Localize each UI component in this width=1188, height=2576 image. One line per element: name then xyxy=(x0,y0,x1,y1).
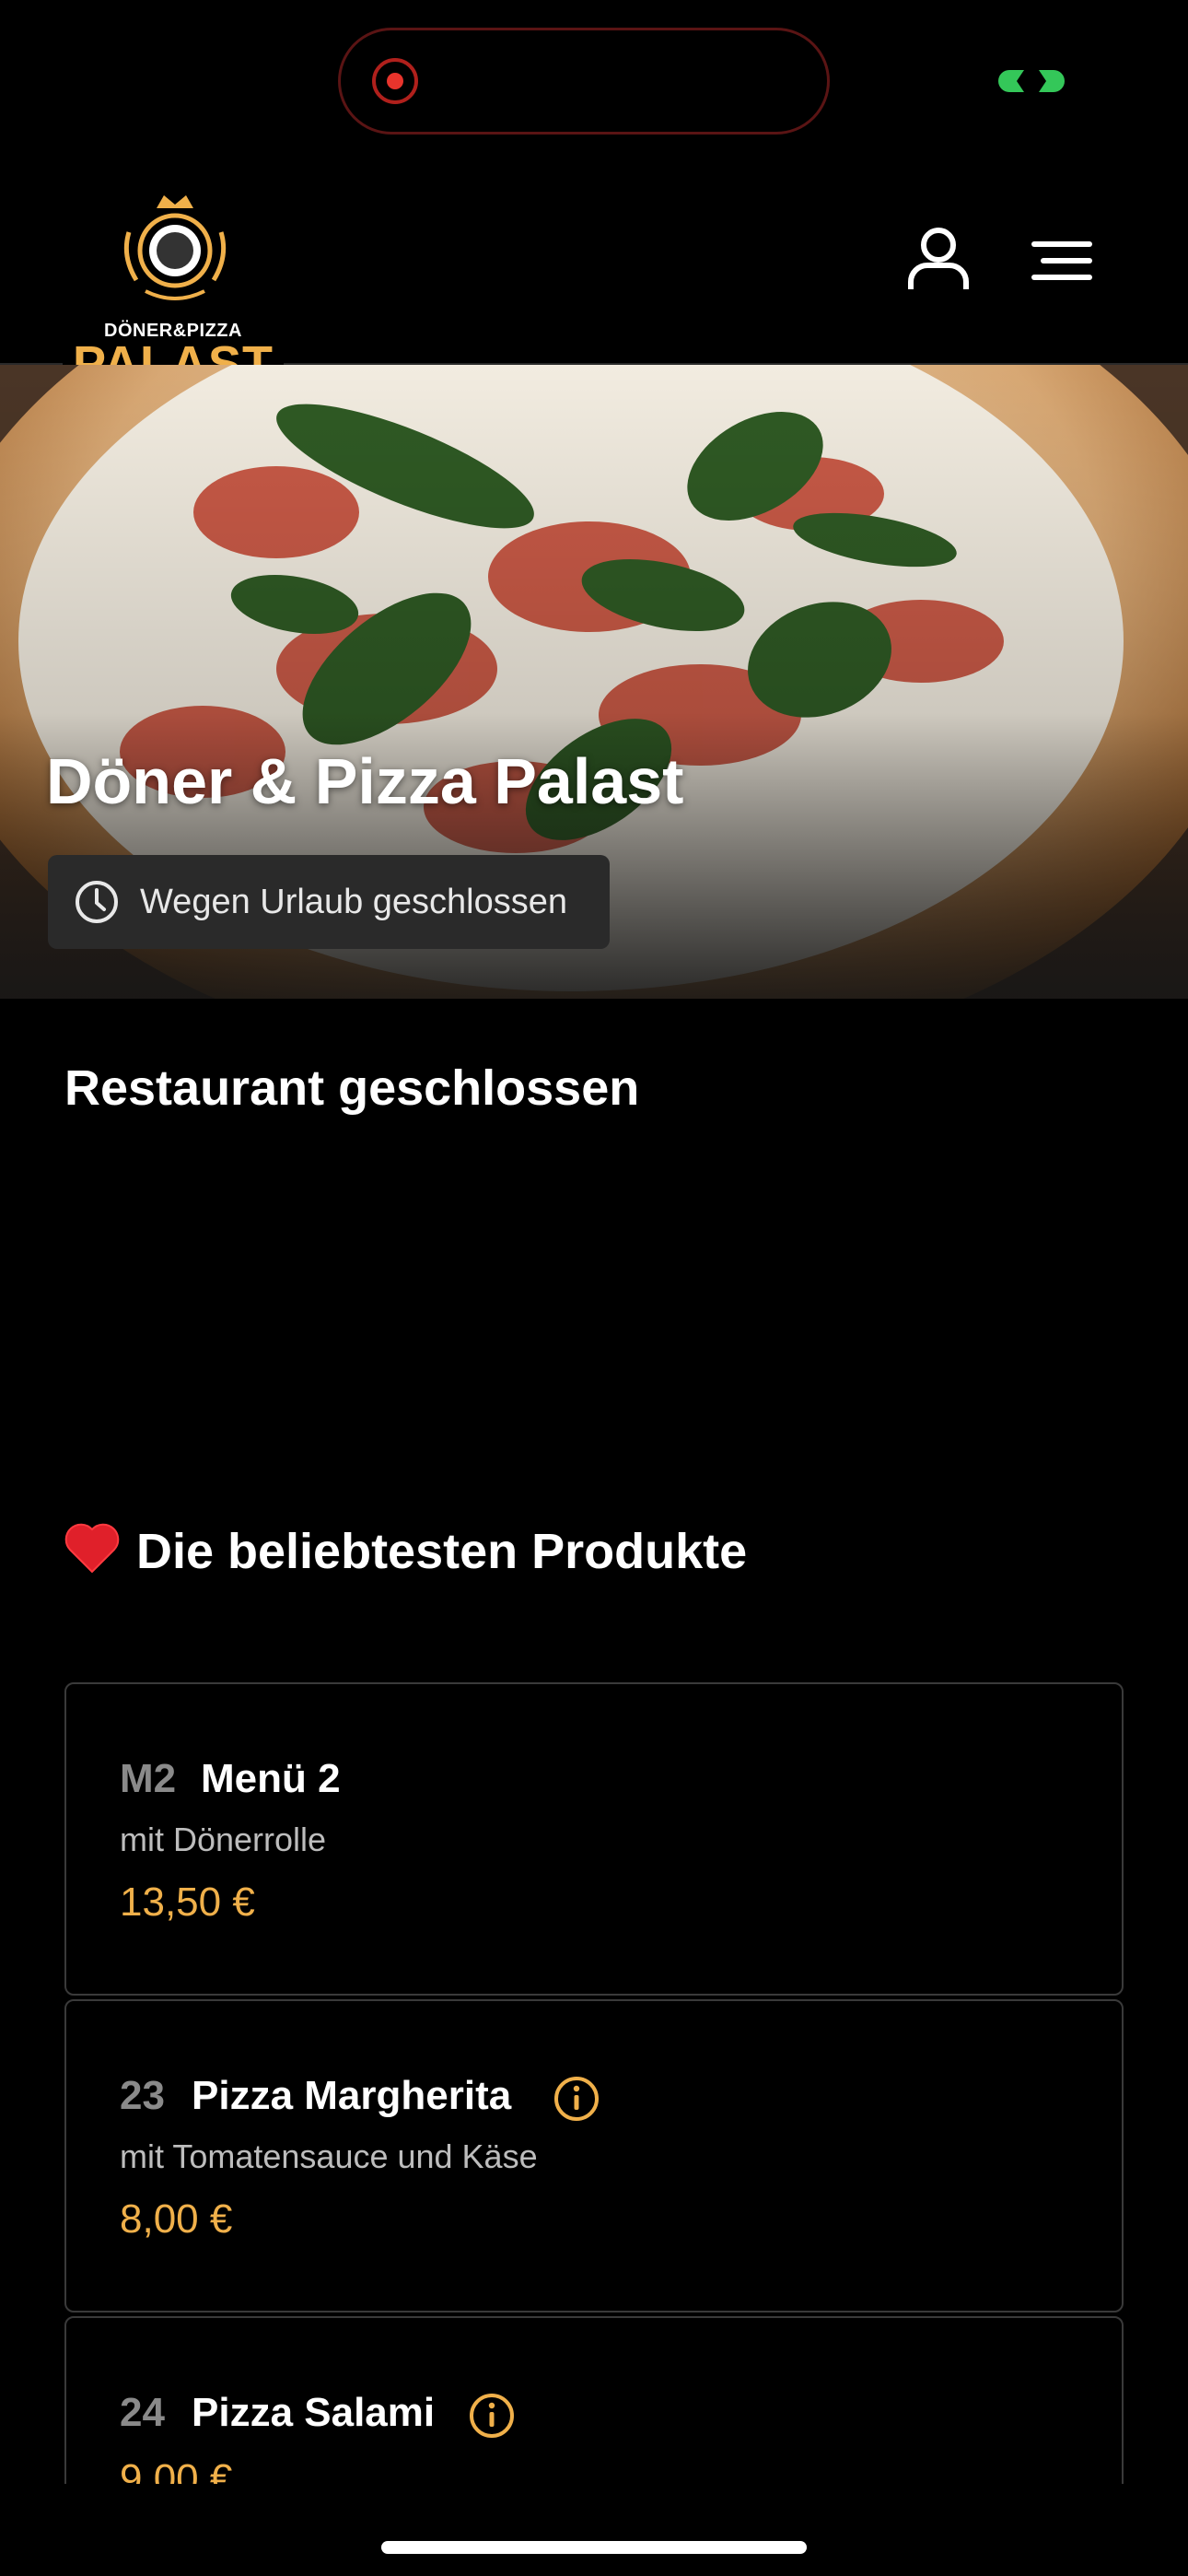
status-badge: Wegen Urlaub geschlossen xyxy=(48,855,610,949)
product-description: mit Dönerrolle xyxy=(120,1821,327,1858)
product-number: 24 xyxy=(120,2390,165,2435)
dynamic-island xyxy=(338,28,830,135)
info-icon[interactable] xyxy=(468,2392,516,2440)
hero-banner: Döner & Pizza Palast Wegen Urlaub geschl… xyxy=(0,365,1188,999)
status-text: Wegen Urlaub geschlossen xyxy=(140,883,568,921)
product-number: M2 xyxy=(120,1756,177,1801)
product-list: M2 Menü 2 mit Dönerrolle 13,50 € 23 Pizz… xyxy=(64,1682,1124,2484)
info-icon[interactable] xyxy=(553,2075,600,2123)
logo[interactable]: DÖNER&PIZZA PALAST xyxy=(63,173,284,392)
menu-icon[interactable] xyxy=(1031,241,1092,280)
product-price: 9,00 € xyxy=(120,2456,233,2484)
crown-crest-icon xyxy=(123,195,227,300)
restaurant-name: Döner & Pizza Palast xyxy=(46,745,684,817)
product-price: 8,00 € xyxy=(120,2196,233,2242)
product-name: Pizza Salami xyxy=(192,2390,436,2435)
popular-products-label: Die beliebtesten Produkte xyxy=(136,1524,748,1579)
product-name: Menü 2 xyxy=(201,1756,341,1801)
link-icon xyxy=(998,70,1065,92)
clock-icon xyxy=(76,881,118,923)
product-name: Pizza Margherita xyxy=(192,2073,512,2118)
product-card[interactable]: M2 Menü 2 mit Dönerrolle 13,50 € xyxy=(64,1682,1124,1996)
product-card[interactable]: 23 Pizza Margherita mit Tomatensauce und… xyxy=(64,1999,1124,2313)
status-bar xyxy=(0,0,1188,157)
product-card[interactable]: 24 Pizza Salami 9,00 € xyxy=(64,2316,1124,2484)
popular-products-heading: Die beliebtesten Produkte xyxy=(64,1522,747,1580)
heart-icon xyxy=(64,1523,120,1574)
product-price: 13,50 € xyxy=(120,1879,255,1925)
product-number: 23 xyxy=(120,2073,165,2118)
header: DÖNER&PIZZA PALAST xyxy=(0,157,1188,392)
home-indicator[interactable] xyxy=(381,2541,807,2554)
recording-icon xyxy=(372,58,418,104)
user-icon[interactable] xyxy=(907,227,970,291)
product-description: mit Tomatensauce und Käse xyxy=(120,2137,538,2175)
closed-heading: Restaurant geschlossen xyxy=(64,1060,640,1116)
